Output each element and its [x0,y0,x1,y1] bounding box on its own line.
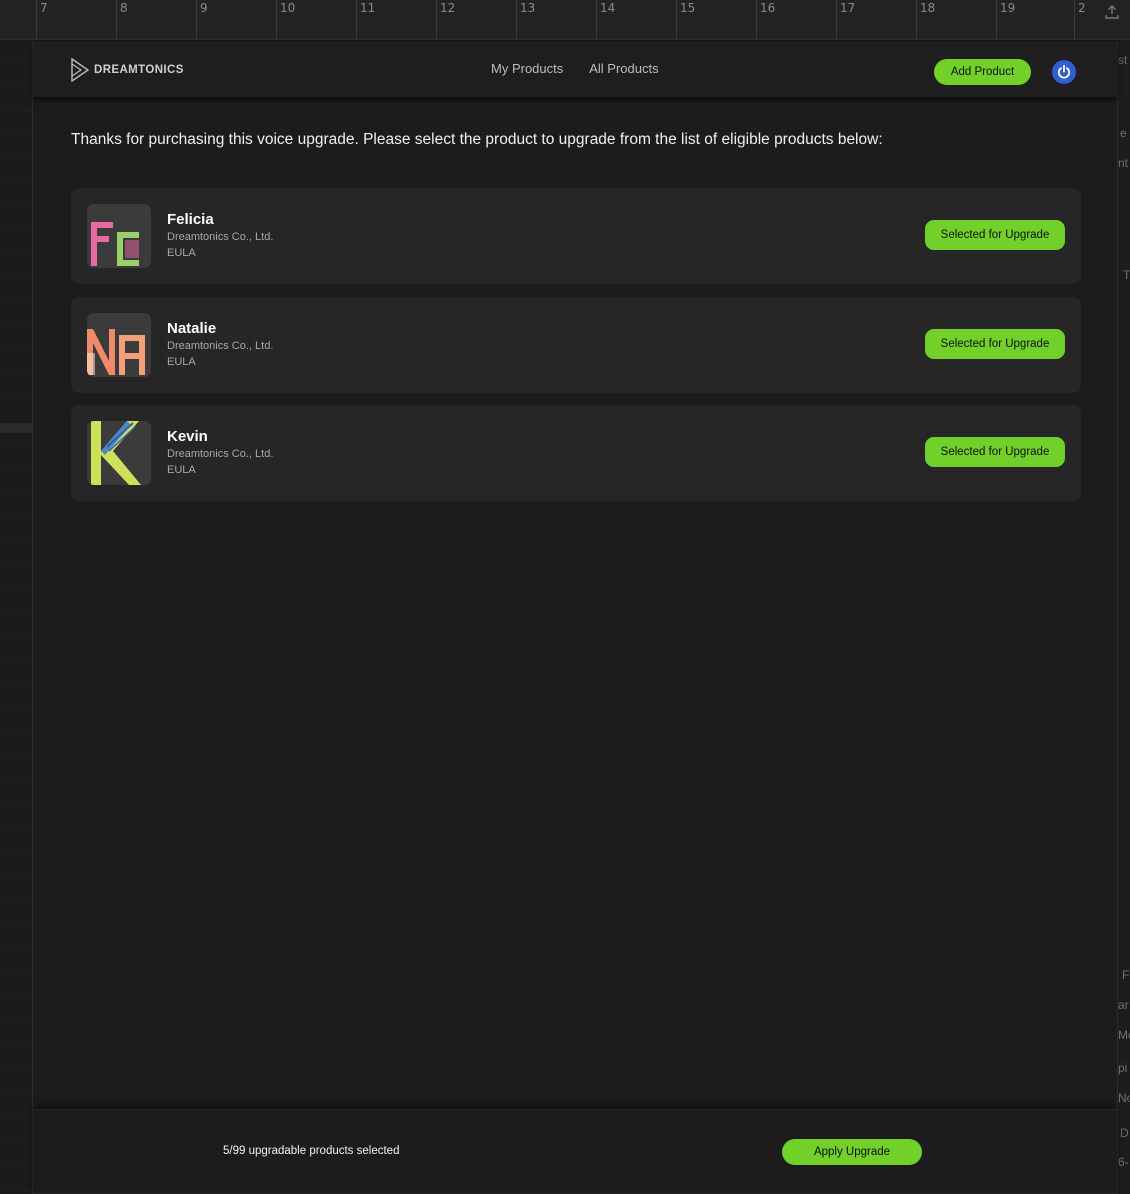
dialog-header: DREAMTONICS My Products All Products Add… [33,43,1117,97]
panel-text: e [1120,126,1127,140]
nav-my-products[interactable]: My Products [491,61,563,76]
product-thumbnail-kevin [87,421,151,485]
logo-text: DREAMTONICS [94,64,184,76]
ruler-mark: 2 [1074,0,1086,40]
power-icon [1057,64,1071,79]
dreamtonics-logo: DREAMTONICS [70,58,184,82]
panel-text: st [1118,53,1128,67]
add-product-button[interactable]: Add Product [934,59,1031,85]
upload-icon[interactable] [1104,4,1120,20]
product-name: Natalie [167,320,217,337]
ruler-mark: 10 [276,0,295,40]
product-thumbnail-natalie [87,313,151,377]
product-card-felicia: Felicia Dreamtonics Co., Ltd. EULA Selec… [71,188,1081,284]
panel-text: F [1122,968,1130,982]
intro-text: Thanks for purchasing this voice upgrade… [71,131,883,148]
apply-upgrade-button[interactable]: Apply Upgrade [782,1139,922,1165]
voice-upgrade-dialog: DREAMTONICS My Products All Products Add… [32,42,1118,1194]
panel-text: D [1120,1126,1129,1140]
ruler-mark: 15 [676,0,695,40]
panel-text: Mc [1118,1028,1130,1042]
nav-all-products[interactable]: All Products [589,61,658,76]
ruler-mark: 11 [356,0,375,40]
product-name: Felicia [167,211,214,228]
panel-text: nt [1118,156,1129,170]
product-thumbnail-felicia [87,204,151,268]
panel-text: No [1118,1091,1130,1105]
ruler-mark: 19 [996,0,1015,40]
main-nav: My Products All Products [491,61,659,76]
select-for-upgrade-button[interactable]: Selected for Upgrade [925,437,1065,467]
product-card-kevin: Kevin Dreamtonics Co., Ltd. EULA Selecte… [71,405,1081,501]
select-for-upgrade-button[interactable]: Selected for Upgrade [925,220,1065,250]
eula-link[interactable]: EULA [167,356,196,368]
logo-play-icon [71,58,90,82]
panel-text: ar [1118,998,1129,1012]
piano-roll-grid [0,40,32,1194]
product-card-natalie: Natalie Dreamtonics Co., Ltd. EULA Selec… [71,297,1081,393]
ruler-mark: 9 [196,0,208,40]
product-vendor: Dreamtonics Co., Ltd. [167,231,274,243]
panel-text: 6- [1118,1155,1129,1169]
ruler-mark: 14 [596,0,615,40]
ruler-mark: 8 [116,0,128,40]
dialog-footer: 5/99 upgradable products selected Apply … [33,1109,1117,1193]
ruler-mark: 7 [36,0,48,40]
panel-text: T [1123,268,1130,282]
select-for-upgrade-button[interactable]: Selected for Upgrade [925,329,1065,359]
power-button[interactable] [1052,60,1076,84]
ruler-mark: 18 [916,0,935,40]
eula-link[interactable]: EULA [167,464,196,476]
panel-divider[interactable] [0,423,32,433]
product-vendor: Dreamtonics Co., Ltd. [167,340,274,352]
timeline-ruler: 7 8 9 10 11 12 13 14 15 16 17 18 19 2 [0,0,1130,40]
ruler-mark: 12 [436,0,455,40]
ruler-mark: 16 [756,0,775,40]
panel-text: pi [1118,1061,1128,1075]
product-vendor: Dreamtonics Co., Ltd. [167,448,274,460]
ruler-mark: 13 [516,0,535,40]
eula-link[interactable]: EULA [167,247,196,259]
selection-count: 5/99 upgradable products selected [223,1145,400,1157]
product-name: Kevin [167,428,208,445]
ruler-mark: 17 [836,0,855,40]
side-panel: st e nt T F ar Mc pi No D 6- [1118,40,1130,1194]
